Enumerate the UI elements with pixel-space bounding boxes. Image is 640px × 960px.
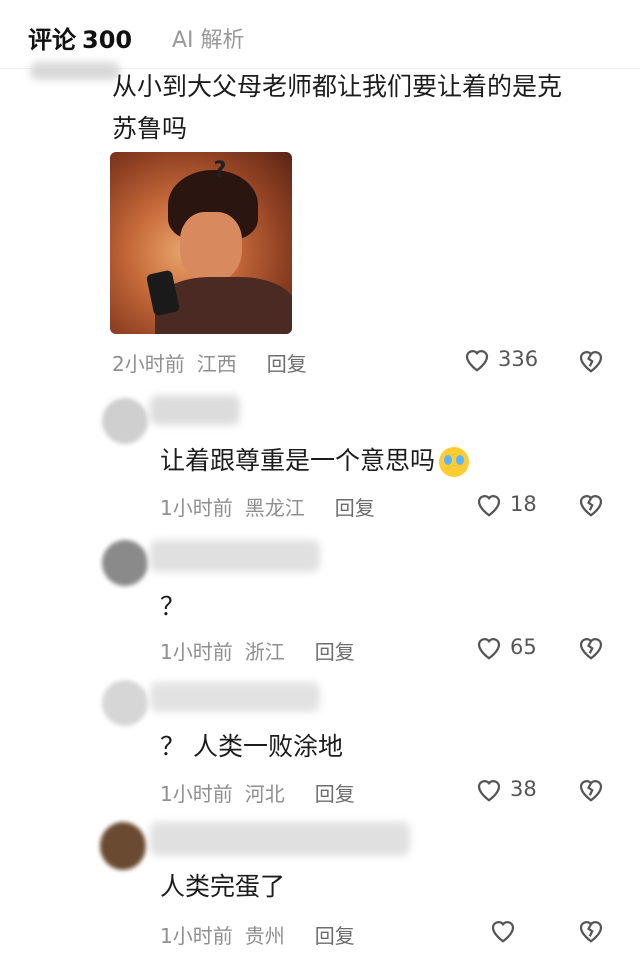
reply-button[interactable]: 回复 (315, 778, 355, 807)
avatar[interactable] (102, 680, 148, 726)
comment-meta: 1小时前 黑龙江 回复 (160, 492, 375, 521)
blurred-username (150, 822, 410, 856)
heart-outline-icon (491, 921, 515, 943)
blurred-username (30, 62, 120, 80)
comment-location: 浙江 (244, 640, 285, 664)
comment-time: 1小时前 (160, 640, 233, 664)
comment-text-line: 苏鲁吗 (112, 114, 188, 143)
image-question-mark: ? (213, 158, 227, 183)
comment-location: 贵州 (244, 924, 285, 948)
comment-time: 2小时前 (112, 352, 185, 376)
blurred-username (150, 540, 320, 572)
reply-button[interactable]: 回复 (315, 636, 355, 665)
comment-image[interactable]: ? (110, 152, 292, 334)
comment-text-line: 从小到大父母老师都让我们要让着的是克 (112, 72, 563, 101)
broken-heart-icon[interactable] (576, 775, 606, 803)
comment-time: 1小时前 (160, 782, 233, 806)
broken-heart-icon[interactable] (576, 916, 606, 944)
comment-meta: 1小时前 河北 回复 (160, 778, 355, 807)
like-button[interactable]: 336 (462, 345, 538, 373)
blurred-username (150, 682, 320, 712)
comment-text: 让着跟尊重是一个意思吗 (160, 440, 470, 482)
broken-heart-icon[interactable] (576, 346, 606, 374)
comment-time: 1小时前 (160, 924, 233, 948)
avatar[interactable] (100, 822, 146, 870)
comment-meta: 1小时前 浙江 回复 (160, 636, 355, 665)
comment-text: ？ (160, 592, 186, 621)
heart-outline-icon (477, 638, 501, 660)
like-count: 38 (510, 777, 537, 801)
like-button[interactable]: 18 (474, 490, 537, 518)
crying-laughing-emoji-icon (439, 447, 470, 477)
reply-button[interactable]: 回复 (335, 492, 375, 521)
like-count: 336 (498, 347, 539, 371)
comment-count: 300 (82, 26, 133, 54)
heart-outline-icon (477, 495, 501, 517)
comment-meta: 1小时前 贵州 回复 (160, 920, 355, 949)
like-count: 65 (510, 635, 537, 659)
like-button[interactable]: 65 (474, 633, 537, 661)
comment-tabs: 评论 300 AI 解析 (0, 0, 640, 70)
reply-button[interactable]: 回复 (315, 920, 355, 949)
avatar[interactable] (102, 540, 148, 586)
comment-location: 黑龙江 (244, 496, 305, 520)
broken-heart-icon[interactable] (576, 633, 606, 661)
image-phone (145, 269, 181, 317)
reply-button[interactable]: 回复 (267, 348, 307, 377)
comment-text: 人类完蛋了 (160, 872, 286, 901)
comment-text: 从小到大父母老师都让我们要让着的是克 苏鲁吗 (112, 66, 612, 150)
comment-time: 1小时前 (160, 496, 233, 520)
comment-location: 江西 (196, 352, 237, 376)
comment-text-line: 让着跟尊重是一个意思吗 (160, 446, 436, 475)
tab-ai-analysis[interactable]: AI 解析 (172, 22, 245, 54)
heart-outline-icon (477, 780, 501, 802)
image-face (180, 212, 242, 282)
comment-meta: 2小时前 江西 回复 (112, 348, 307, 377)
broken-heart-icon[interactable] (576, 490, 606, 518)
tab-comments-label: 评论 (28, 26, 76, 54)
comment-location: 河北 (244, 782, 285, 806)
like-button[interactable] (488, 916, 524, 944)
blurred-username (150, 395, 240, 425)
like-button[interactable]: 38 (474, 775, 537, 803)
comment-text: ？ 人类一败涂地 (160, 732, 343, 761)
heart-outline-icon (465, 350, 489, 372)
tab-comments[interactable]: 评论 300 (28, 20, 132, 55)
avatar[interactable] (102, 398, 148, 444)
like-count: 18 (510, 492, 537, 516)
